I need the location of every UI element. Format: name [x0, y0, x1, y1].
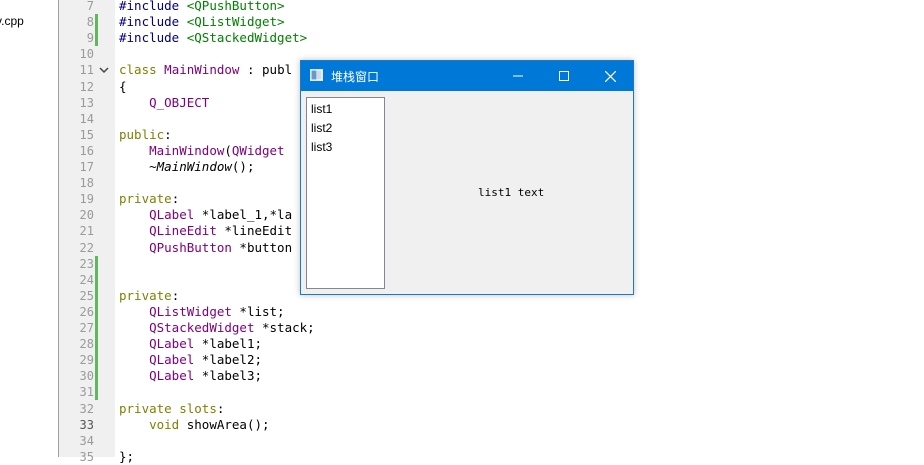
- change-marker: [95, 320, 98, 336]
- line-number: 17: [79, 160, 94, 174]
- line-number: 16: [79, 143, 94, 158]
- code-text: QListWidget *list;: [149, 303, 285, 319]
- code-text: public:: [119, 126, 172, 142]
- minimize-icon: [513, 75, 523, 77]
- code-text: private slots:: [119, 400, 225, 416]
- code-line[interactable]: 8 #include <QListWidget>: [0, 14, 920, 31]
- code-line[interactable]: 30 QLabel *label3;: [0, 368, 920, 385]
- line-number: 15: [79, 127, 94, 142]
- code-line[interactable]: 32 private slots:: [0, 401, 920, 417]
- code-line[interactable]: 33 void showArea();: [0, 417, 920, 433]
- qt-window-icon: [310, 69, 323, 81]
- minimize-button[interactable]: [495, 61, 541, 91]
- change-marker: [95, 303, 98, 320]
- list-widget[interactable]: list1 list2 list3: [306, 97, 385, 289]
- code-text: private:: [119, 287, 180, 303]
- line-number: 34: [79, 433, 94, 448]
- code-line[interactable]: 29 QLabel *label2;: [0, 352, 920, 369]
- code-text: QLineEdit *lineEdit: [149, 223, 293, 239]
- code-text: #include <QListWidget>: [119, 14, 285, 30]
- list-item[interactable]: list3: [311, 140, 332, 154]
- line-number: 24: [79, 272, 94, 287]
- code-line[interactable]: 9 #include <QStackedWidget>: [0, 30, 920, 47]
- change-marker: [95, 271, 98, 288]
- change-marker: [95, 255, 98, 272]
- code-text: #include <QStackedWidget>: [119, 30, 308, 46]
- close-icon: [604, 70, 616, 82]
- line-number: 23: [79, 256, 94, 271]
- code-line[interactable]: 27 QStackedWidget *stack;: [0, 320, 920, 336]
- code-text: QLabel *label_1,*la: [149, 207, 293, 223]
- code-text: void showArea();: [149, 416, 270, 432]
- change-marker: [95, 287, 98, 304]
- line-number: 25: [79, 288, 94, 303]
- line-number: 7: [86, 0, 94, 13]
- code-line[interactable]: 34: [0, 433, 920, 449]
- line-number: 11: [79, 63, 94, 78]
- list-item[interactable]: list2: [311, 121, 332, 135]
- line-number: 18: [79, 176, 94, 191]
- code-text: QLabel *label3;: [149, 368, 262, 384]
- code-text: QLabel *label2;: [149, 352, 262, 368]
- code-line[interactable]: 28 QLabel *label1;: [0, 336, 920, 353]
- change-marker: [95, 30, 98, 47]
- code-line[interactable]: 26 QListWidget *list;: [0, 303, 920, 320]
- line-number: 13: [79, 95, 94, 110]
- change-marker: [95, 352, 98, 369]
- code-text: QPushButton *button: [149, 239, 293, 255]
- stack-label: list1 text: [478, 186, 545, 199]
- maximize-button[interactable]: [541, 61, 587, 91]
- line-number: 12: [79, 79, 94, 94]
- line-number: 32: [79, 401, 94, 416]
- code-text: MainWindow(QWidget: [149, 142, 285, 158]
- change-marker: [95, 336, 98, 353]
- code-text: #include <QPushButton>: [119, 0, 285, 13]
- change-marker: [95, 14, 98, 31]
- code-line[interactable]: 31: [0, 384, 920, 401]
- code-text: QLabel *label1;: [149, 336, 262, 352]
- window-title: 堆栈窗口: [331, 70, 380, 84]
- code-text: QStackedWidget *stack;: [149, 320, 315, 335]
- line-number: 21: [79, 224, 94, 239]
- code-text: ~MainWindow();: [119, 159, 255, 174]
- code-text: class MainWindow : publ: [119, 62, 293, 78]
- line-number: 14: [79, 111, 94, 126]
- line-number: 8: [86, 15, 94, 30]
- maximize-icon: [559, 71, 569, 81]
- close-button[interactable]: [587, 61, 633, 91]
- line-number: 27: [79, 321, 94, 335]
- line-number: 19: [79, 192, 94, 207]
- line-number: 10: [79, 47, 94, 62]
- line-number: 31: [79, 385, 94, 400]
- window-titlebar[interactable]: 堆栈窗口: [301, 61, 633, 91]
- code-text: private:: [119, 191, 180, 207]
- fold-chevron-icon[interactable]: [99, 65, 109, 75]
- line-number: 28: [79, 337, 94, 352]
- line-number: 22: [79, 240, 94, 255]
- line-number: 29: [79, 353, 94, 368]
- line-number: 26: [79, 304, 94, 319]
- list-item[interactable]: list1: [311, 102, 332, 116]
- code-text: Q_OBJECT: [149, 94, 210, 110]
- line-number: 20: [79, 208, 94, 223]
- change-marker: [95, 384, 98, 401]
- code-line[interactable]: 7 #include <QPushButton>: [0, 0, 920, 14]
- line-number: 33: [79, 417, 94, 432]
- line-number: 30: [79, 369, 94, 384]
- line-number: 9: [86, 31, 94, 46]
- code-text: {: [119, 78, 127, 94]
- stacked-window: 堆栈窗口 list1 list2 list3 list1 text: [300, 60, 634, 295]
- change-marker: [95, 368, 98, 385]
